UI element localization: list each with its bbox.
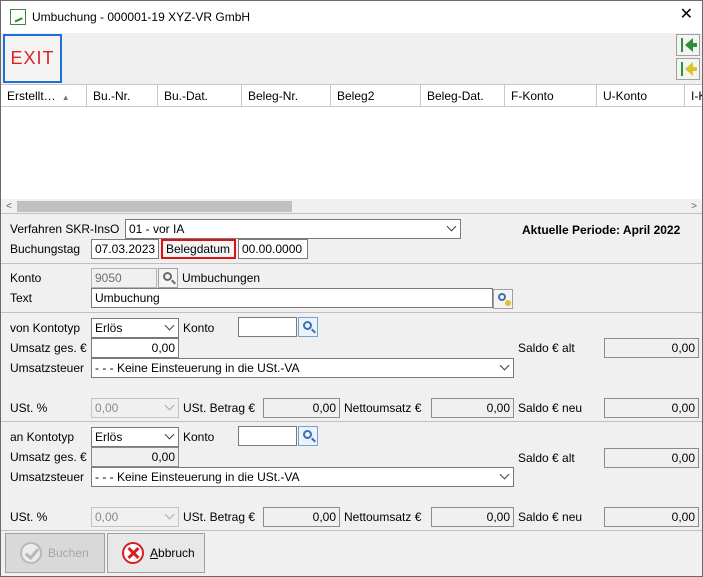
verfahren-select[interactable]: 01 - vor IA: [125, 219, 461, 239]
grid-header: Erstellt… ▲ Bu.-Nr. Bu.-Dat. Beleg-Nr. Be…: [1, 85, 702, 107]
konto-name: Umbuchungen: [182, 271, 261, 285]
an-ust-betrag-label: USt. Betrag €: [183, 510, 256, 524]
an-umsatz-label: Umsatz ges. €: [10, 450, 87, 464]
divider: [1, 263, 702, 264]
an-konto-search-button[interactable]: [298, 426, 318, 446]
von-ust-betrag-field: 0,00: [263, 398, 340, 418]
divider: [1, 312, 702, 313]
von-saldo-neu-label: Saldo € neu: [518, 401, 583, 415]
column-header-beleg-dat[interactable]: Beleg-Dat.: [421, 85, 505, 107]
buchungstag-field[interactable]: 07.03.2023: [91, 239, 159, 259]
von-konto-search-button[interactable]: [298, 317, 318, 337]
text-lookup-button[interactable]: [493, 289, 513, 309]
column-header-u-konto[interactable]: U-Konto: [597, 85, 685, 107]
von-saldo-neu-field: 0,00: [604, 398, 699, 418]
von-ust-betrag-label: USt. Betrag €: [183, 401, 256, 415]
chevron-down-icon: [164, 400, 175, 411]
scroll-right-icon[interactable]: >: [686, 199, 702, 214]
umbuchung-window: Umbuchung - 000001-19 XYZ-VR GmbH ✕ EXIT…: [0, 0, 703, 577]
belegdatum-button[interactable]: Belegdatum: [161, 239, 236, 259]
exit-button[interactable]: EXIT: [3, 34, 62, 83]
chevron-down-icon: [499, 360, 510, 371]
app-chart-icon: [10, 9, 26, 25]
divider: [1, 213, 702, 214]
text-label: Text: [10, 291, 33, 305]
von-kontotyp-label: von Kontotyp: [10, 321, 81, 335]
von-umsatzsteuer-select[interactable]: - - - Keine Einsteuerung in die USt.-VA: [91, 358, 514, 378]
window-title: Umbuchung - 000001-19 XYZ-VR GmbH: [32, 10, 251, 24]
divider: [1, 530, 702, 531]
von-netto-label: Nettoumsatz €: [344, 401, 422, 415]
cancel-icon: [122, 542, 144, 564]
chevron-down-icon: [446, 221, 457, 232]
column-header-beleg-nr[interactable]: Beleg-Nr.: [242, 85, 331, 107]
aktuelle-periode: Aktuelle Periode: April 2022: [522, 223, 681, 237]
von-ust-pct-label: USt. %: [10, 401, 48, 415]
first-record-button[interactable]: [676, 34, 700, 56]
column-header-erstellt[interactable]: Erstellt… ▲: [1, 85, 87, 107]
an-saldo-neu-label: Saldo € neu: [518, 510, 583, 524]
buchungstag-label: Buchungstag: [10, 242, 81, 256]
close-icon[interactable]: ✕: [680, 7, 693, 23]
von-saldo-alt-label: Saldo € alt: [518, 341, 575, 355]
scroll-thumb[interactable]: [17, 201, 292, 212]
an-ust-pct-label: USt. %: [10, 510, 48, 524]
an-saldo-alt-field: 0,00: [604, 448, 699, 468]
chevron-down-icon: [164, 509, 175, 520]
an-kontotyp-label: an Kontotyp: [10, 430, 75, 444]
search-icon: [498, 293, 506, 301]
text-field[interactable]: Umbuchung: [91, 288, 493, 308]
belegdatum-field[interactable]: 00.00.0000: [238, 239, 308, 259]
an-konto-field[interactable]: [238, 426, 297, 446]
von-umsatzsteuer-label: Umsatzsteuer: [10, 361, 85, 375]
column-header-f-konto[interactable]: F-Konto: [505, 85, 597, 107]
buchen-button[interactable]: Buchen: [5, 533, 105, 573]
an-ust-pct-select[interactable]: 0,00: [91, 507, 179, 527]
an-ust-betrag-field: 0,00: [263, 507, 340, 527]
arrow-left-green-icon: [681, 38, 683, 52]
chevron-down-icon: [164, 320, 175, 331]
title-bar: Umbuchung - 000001-19 XYZ-VR GmbH ✕: [1, 1, 702, 33]
an-kontotyp-select[interactable]: Erlös: [91, 427, 179, 447]
an-netto-label: Nettoumsatz €: [344, 510, 422, 524]
von-netto-field: 0,00: [431, 398, 514, 418]
von-saldo-alt-field: 0,00: [604, 338, 699, 358]
an-umsatzsteuer-label: Umsatzsteuer: [10, 470, 85, 484]
chevron-down-icon: [164, 429, 175, 440]
an-konto-label: Konto: [183, 430, 215, 444]
von-kontotyp-select[interactable]: Erlös: [91, 318, 179, 338]
column-header-bu-dat[interactable]: Bu.-Dat.: [158, 85, 242, 107]
verfahren-label: Verfahren SKR-InsO: [10, 222, 120, 236]
scroll-left-icon[interactable]: <: [1, 199, 17, 214]
divider: [1, 421, 702, 422]
column-header-bu-nr[interactable]: Bu.-Nr.: [87, 85, 158, 107]
konto-search-button[interactable]: [158, 268, 178, 288]
von-konto-field[interactable]: [238, 317, 297, 337]
chevron-down-icon: [499, 469, 510, 480]
column-header-beleg2[interactable]: Beleg2: [331, 85, 421, 107]
abbruch-button[interactable]: Abbruch: [107, 533, 205, 573]
von-umsatz-field[interactable]: 0,00: [91, 338, 179, 358]
an-netto-field: 0,00: [431, 507, 514, 527]
arrow-left-yellow-icon: [681, 62, 683, 76]
toolbar: EXIT: [1, 33, 702, 84]
an-umsatzsteuer-select[interactable]: - - - Keine Einsteuerung in die USt.-VA: [91, 467, 514, 487]
previous-record-button[interactable]: [676, 58, 700, 80]
an-umsatz-field: 0,00: [91, 447, 179, 467]
von-umsatz-label: Umsatz ges. €: [10, 341, 87, 355]
booking-grid[interactable]: Erstellt… ▲ Bu.-Nr. Bu.-Dat. Beleg-Nr. Be…: [1, 84, 702, 214]
horizontal-scrollbar[interactable]: < >: [1, 199, 702, 214]
column-header-i-k[interactable]: I-K: [685, 85, 702, 107]
an-saldo-alt-label: Saldo € alt: [518, 451, 575, 465]
von-konto-label: Konto: [183, 321, 215, 335]
von-ust-pct-select[interactable]: 0,00: [91, 398, 179, 418]
konto-label: Konto: [10, 271, 42, 285]
an-saldo-neu-field: 0,00: [604, 507, 699, 527]
konto-field[interactable]: 9050: [91, 268, 157, 288]
sort-up-icon: ▲: [61, 93, 70, 102]
checkmark-icon: [20, 542, 42, 564]
